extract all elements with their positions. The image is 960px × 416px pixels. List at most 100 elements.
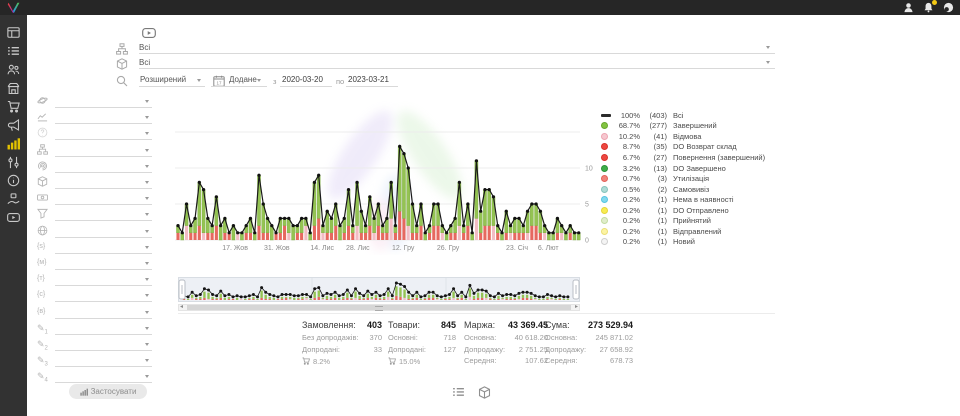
date-to-label: по	[336, 77, 344, 86]
chart-scrollbar[interactable]: ◂ ▸	[178, 304, 580, 311]
stats-upsell: 15.0%	[388, 356, 456, 368]
legend-swatch-icon	[601, 238, 608, 245]
sidebar-item-store-icon[interactable]	[7, 82, 20, 95]
filter-field-s[interactable]	[55, 253, 152, 254]
filter-field-globe[interactable]	[55, 237, 152, 238]
date-field-select[interactable]: Додане	[229, 75, 257, 84]
search-mode-caret-icon	[197, 79, 201, 82]
filter-field-sitemap[interactable]	[55, 156, 152, 157]
sidebar-item-megaphone-icon[interactable]	[7, 119, 20, 132]
sidebar-item-orders-list-icon[interactable]	[7, 45, 20, 58]
status-filter-value[interactable]: Всі	[139, 43, 150, 52]
filter-field-т[interactable]	[55, 285, 152, 286]
sidebar-item-users-icon[interactable]	[7, 63, 20, 76]
legend-item-4[interactable]: 6.7%(27)Повернення (завершений)	[601, 152, 765, 163]
filter-caret-icon	[145, 278, 149, 281]
apply-button[interactable]: Застосувати	[69, 384, 147, 399]
stats-subrow: Основна:40 618.20	[464, 333, 548, 345]
sidebar-item-cart-icon[interactable]	[7, 100, 20, 113]
legend-item-9[interactable]: 0.2%(1)DO Отправлено	[601, 205, 765, 216]
filter-field-в[interactable]	[55, 318, 152, 319]
sidebar-item-settings-sliders-icon[interactable]	[7, 156, 20, 169]
filter-field-planet[interactable]	[55, 107, 152, 108]
filter-funnel-icon	[37, 208, 49, 220]
legend-item-0[interactable]: 100%(403)Всі	[601, 110, 765, 121]
date-to-input[interactable]: 2023-03-21	[348, 75, 389, 84]
filter-caret-icon	[145, 294, 149, 297]
filter-field-trend[interactable]	[55, 123, 152, 124]
filter-caret-icon	[145, 230, 149, 233]
date-from-label: з	[273, 77, 276, 86]
filter-field-pencil2[interactable]	[55, 350, 152, 351]
sidebar-item-video-icon[interactable]	[7, 211, 20, 224]
search-mode-select[interactable]: Розширений	[140, 75, 186, 84]
filter-field-package[interactable]	[55, 188, 152, 189]
legend-item-8[interactable]: 0.2%(1)Нема в наявності	[601, 194, 765, 205]
filter-field-pencil3[interactable]	[55, 366, 152, 367]
scroll-left-icon[interactable]: ◂	[180, 304, 183, 311]
status-filter-field[interactable]	[139, 53, 775, 54]
video-tutorial-icon[interactable]	[138, 26, 162, 40]
orders-chart[interactable]: 105017. Жов31. Жов14. Лис28. Лис12. Гру2…	[175, 100, 595, 255]
filter-caret-icon	[145, 132, 149, 135]
legend-item-6[interactable]: 0.7%(3)Утилізація	[601, 173, 765, 184]
filter-field-funnel[interactable]	[55, 220, 152, 221]
chart-minimap-brush[interactable]	[178, 277, 580, 302]
filter-field-fingerprint[interactable]	[55, 172, 152, 173]
product-filter-value[interactable]: Всі	[139, 58, 150, 67]
scroll-right-icon[interactable]: ▸	[575, 304, 578, 311]
sidebar-item-info-icon[interactable]	[7, 174, 20, 187]
legend-count: (1)	[640, 216, 667, 225]
legend-item-10[interactable]: 0.2%(1)Прийнятий	[601, 215, 765, 226]
notifications-icon[interactable]	[923, 2, 934, 13]
stats-upsell: 8.2%	[302, 356, 382, 368]
stats-subrow: Допродані:127	[388, 345, 456, 357]
filter-field-м[interactable]	[55, 269, 152, 270]
sidebar-item-donate-icon[interactable]	[7, 193, 20, 206]
stats-column-1: Товари:845Основні:718Допродані:12715.0%	[388, 320, 456, 368]
date-from-underline	[280, 86, 332, 87]
legend-item-2[interactable]: 10.2%(41)Відмова	[601, 131, 765, 142]
filter-field-banknote[interactable]	[55, 204, 152, 205]
legend-label: Всі	[673, 111, 683, 120]
brand-logo-icon[interactable]	[7, 1, 21, 14]
search-icon[interactable]	[116, 75, 128, 87]
legend-item-12[interactable]: 0.2%(1)Новий	[601, 237, 765, 248]
view-toggle-products-icon[interactable]	[478, 386, 491, 399]
legend-label: Новий	[673, 237, 695, 246]
legend-item-3[interactable]: 8.7%(35)DO Возврат склад	[601, 142, 765, 153]
legend-item-5[interactable]: 3.2%(13)DO Завершено	[601, 163, 765, 174]
legend-swatch-icon	[601, 165, 608, 172]
legend-item-7[interactable]: 0.5%(2)Самовивіз	[601, 184, 765, 195]
scrollbar-thumb[interactable]	[187, 305, 571, 310]
legend-swatch-icon	[601, 114, 611, 117]
filter-caret-icon	[145, 197, 149, 200]
filter-caret-icon	[145, 213, 149, 216]
legend-percent: 8.7%	[612, 142, 640, 151]
stats-subrow: Допродажу:27 658.92	[545, 345, 633, 357]
stats-subrow: Середня:107.62	[464, 356, 548, 368]
stats-subrow: Основна:245 871.02	[545, 333, 633, 345]
filter-caret-icon	[145, 181, 149, 184]
legend-count: (3)	[640, 174, 667, 183]
view-toggle-list-icon[interactable]	[452, 386, 465, 399]
account-icon[interactable]	[943, 2, 954, 13]
sidebar-item-dashboard-icon[interactable]	[7, 26, 20, 39]
profile-icon[interactable]	[903, 2, 914, 13]
filter-fingerprint-icon	[37, 160, 49, 172]
date-from-input[interactable]: 2020-03-20	[282, 75, 323, 84]
svg-text:31. Жов: 31. Жов	[264, 245, 290, 252]
status-tree-icon	[116, 43, 128, 55]
filter-field-pencil1[interactable]	[55, 334, 152, 335]
product-filter-field[interactable]	[139, 68, 775, 69]
legend-item-11[interactable]: 0.2%(1)Відправлений	[601, 226, 765, 237]
svg-text:10: 10	[585, 166, 593, 173]
legend-swatch-icon	[601, 133, 608, 140]
legend-item-1[interactable]: 68.7%(277)Завершений	[601, 121, 765, 132]
sidebar-item-analytics-icon[interactable]	[7, 137, 20, 150]
filter-field-с[interactable]	[55, 301, 152, 302]
filter-т-icon: {т}	[37, 273, 49, 285]
filter-field-question[interactable]	[55, 139, 152, 140]
stats-title: Маржа:43 369.45	[464, 320, 548, 333]
legend-swatch-icon	[601, 207, 608, 214]
